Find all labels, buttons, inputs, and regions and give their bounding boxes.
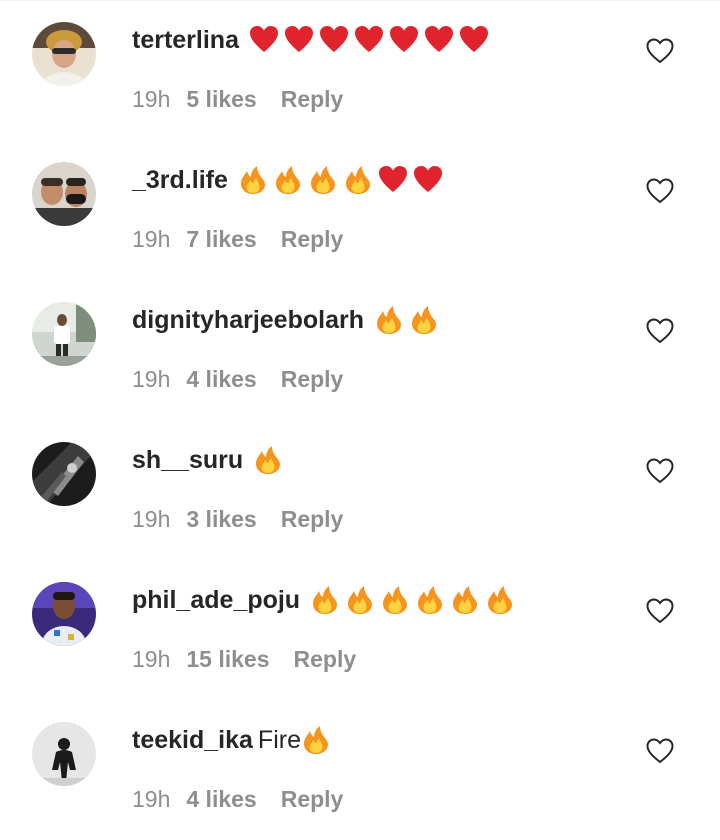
emoji-group xyxy=(310,585,520,615)
likes-count[interactable]: 4 likes xyxy=(186,366,256,393)
emoji-group xyxy=(253,445,288,475)
fire-icon xyxy=(238,165,268,195)
timestamp: 19h xyxy=(132,226,171,252)
heart-outline-icon[interactable] xyxy=(646,598,674,624)
red-heart-icon xyxy=(424,25,454,55)
likes-count[interactable]: 4 likes xyxy=(186,786,256,813)
fire-icon xyxy=(345,585,375,615)
reply-button[interactable]: Reply xyxy=(281,366,344,393)
comment-text: Fire xyxy=(257,725,301,754)
comment-item: sh__suru 19h 3 likes Reply xyxy=(0,420,720,560)
comment-meta: 19h 3 likes Reply xyxy=(132,506,343,533)
comment-item: _3rd.life 19h 7 likes Reply xyxy=(0,140,720,280)
avatar-person-yellow-icon xyxy=(32,22,96,86)
fire-icon xyxy=(409,305,439,335)
comment-body: phil_ade_poju xyxy=(132,580,520,620)
comment-meta: 19h 7 likes Reply xyxy=(132,226,343,253)
comment-item: terterlina 19h 5 likes Reply xyxy=(0,0,720,140)
reply-button[interactable]: Reply xyxy=(294,646,357,673)
heart-outline-icon[interactable] xyxy=(646,318,674,344)
comment-body: _3rd.life xyxy=(132,160,448,200)
fire-icon xyxy=(374,305,404,335)
comment-body: teekid_ika Fire xyxy=(132,720,336,760)
comment-body: sh__suru xyxy=(132,440,288,480)
timestamp: 19h xyxy=(132,786,171,812)
timestamp: 19h xyxy=(132,366,171,392)
comment-meta: 19h 4 likes Reply xyxy=(132,366,343,393)
avatar-person-standing-icon xyxy=(32,302,96,366)
red-heart-icon xyxy=(249,25,279,55)
red-heart-icon xyxy=(459,25,489,55)
red-heart-icon xyxy=(378,165,408,195)
fire-icon xyxy=(253,445,283,475)
avatar-silhouette-icon xyxy=(32,722,96,786)
heart-outline-icon[interactable] xyxy=(646,738,674,764)
fire-icon xyxy=(450,585,480,615)
comment-meta: 19h 5 likes Reply xyxy=(132,86,343,113)
avatar[interactable] xyxy=(32,22,96,86)
comment-meta: 19h 4 likes Reply xyxy=(132,786,343,813)
fire-icon xyxy=(308,165,338,195)
timestamp: 19h xyxy=(132,646,171,672)
username[interactable]: teekid_ika xyxy=(132,726,253,755)
fire-icon xyxy=(310,585,340,615)
red-heart-icon xyxy=(389,25,419,55)
red-heart-icon xyxy=(319,25,349,55)
likes-count[interactable]: 15 likes xyxy=(186,646,269,673)
likes-count[interactable]: 7 likes xyxy=(186,226,256,253)
comment-item: phil_ade_poju 19h 15 likes Reply xyxy=(0,560,720,700)
comment-item: dignityharjeebolarh 19h 4 likes Reply xyxy=(0,280,720,420)
emoji-group xyxy=(374,305,444,335)
username[interactable]: phil_ade_poju xyxy=(132,586,300,615)
red-heart-icon xyxy=(354,25,384,55)
fire-icon xyxy=(415,585,445,615)
comment-body: dignityharjeebolarh xyxy=(132,300,444,340)
heart-outline-icon[interactable] xyxy=(646,458,674,484)
avatar[interactable] xyxy=(32,162,96,226)
comment-meta: 19h 15 likes Reply xyxy=(132,646,356,673)
avatar-person-purple-icon xyxy=(32,582,96,646)
avatar-dark-abstract-icon xyxy=(32,442,96,506)
comment-item: teekid_ika Fire 19h 4 likes Reply xyxy=(0,700,720,840)
username[interactable]: terterlina xyxy=(132,26,239,55)
avatar-two-people-icon xyxy=(32,162,96,226)
fire-icon xyxy=(380,585,410,615)
username[interactable]: sh__suru xyxy=(132,446,243,475)
fire-icon xyxy=(485,585,515,615)
username[interactable]: _3rd.life xyxy=(132,166,228,195)
likes-count[interactable]: 3 likes xyxy=(186,506,256,533)
fire-icon xyxy=(273,165,303,195)
avatar[interactable] xyxy=(32,582,96,646)
avatar[interactable] xyxy=(32,722,96,786)
avatar[interactable] xyxy=(32,442,96,506)
fire-icon xyxy=(343,165,373,195)
heart-outline-icon[interactable] xyxy=(646,178,674,204)
red-heart-icon xyxy=(284,25,314,55)
emoji-group xyxy=(238,165,448,195)
comment-body: terterlina xyxy=(132,20,494,60)
reply-button[interactable]: Reply xyxy=(281,786,344,813)
emoji-group xyxy=(301,725,336,755)
reply-button[interactable]: Reply xyxy=(281,86,344,113)
fire-icon xyxy=(301,725,331,755)
timestamp: 19h xyxy=(132,506,171,532)
avatar[interactable] xyxy=(32,302,96,366)
heart-outline-icon[interactable] xyxy=(646,38,674,64)
timestamp: 19h xyxy=(132,86,171,112)
emoji-group xyxy=(249,25,494,55)
username[interactable]: dignityharjeebolarh xyxy=(132,306,364,335)
reply-button[interactable]: Reply xyxy=(281,506,344,533)
likes-count[interactable]: 5 likes xyxy=(186,86,256,113)
red-heart-icon xyxy=(413,165,443,195)
reply-button[interactable]: Reply xyxy=(281,226,344,253)
